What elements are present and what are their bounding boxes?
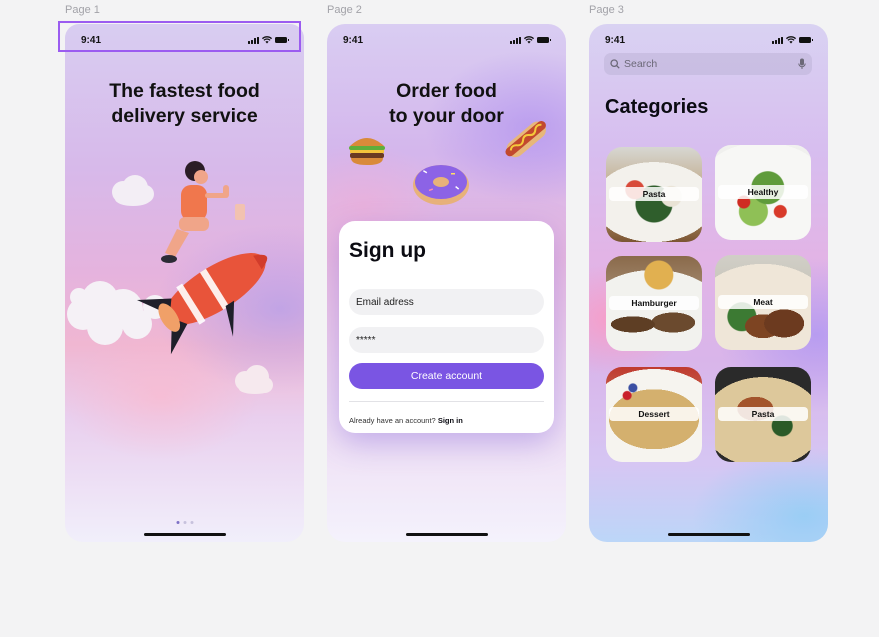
status-time: 9:41 <box>605 34 626 46</box>
category-tile-hamburger[interactable]: Hamburger <box>606 256 702 351</box>
category-tile-pasta[interactable]: Pasta <box>606 147 702 242</box>
home-indicator <box>667 533 750 536</box>
search-icon <box>610 59 620 69</box>
signup-screen[interactable]: 9:41 Order food to your door Sign up Ema… <box>327 24 566 542</box>
rocket-rider-illustration <box>67 161 273 394</box>
headline-line-1: The fastest food <box>109 80 260 102</box>
hotdog-icon <box>505 120 546 158</box>
category-label: Healthy <box>718 185 808 199</box>
categories-title: Categories <box>605 96 709 118</box>
smoke-trail <box>67 281 167 345</box>
wifi-icon <box>524 36 534 44</box>
rider <box>161 161 245 263</box>
category-tile-dessert[interactable]: Dessert <box>606 367 702 462</box>
pager-dot-active[interactable] <box>176 521 179 524</box>
category-label: Meat <box>718 295 808 309</box>
email-field[interactable] <box>349 289 544 315</box>
headline-line-1: Order food <box>396 80 497 102</box>
page-label-1: Page 1 <box>65 4 100 16</box>
home-indicator <box>143 533 226 536</box>
headline-line-2: delivery service <box>111 105 258 127</box>
pager-dot[interactable] <box>183 521 186 524</box>
wifi-icon <box>786 36 796 44</box>
battery-icon <box>537 37 551 43</box>
signin-prompt: Already have an account? Sign in <box>349 416 463 425</box>
status-bar: 9:41 <box>589 33 828 47</box>
burger-icon <box>349 138 385 165</box>
selection-outline[interactable] <box>58 21 301 52</box>
cellular-signal-icon <box>510 36 521 44</box>
onboarding-screen[interactable]: 9:41 The fastest food delivery service <box>65 24 304 542</box>
category-tile-pasta-2[interactable]: Pasta <box>715 367 811 462</box>
status-icons <box>772 36 813 44</box>
cloud-icon <box>112 175 154 206</box>
categories-screen[interactable]: 9:41 Categories Pasta Healthy Hamburger … <box>589 24 828 542</box>
divider <box>349 401 544 402</box>
signup-title: Sign up <box>349 239 426 262</box>
signin-link[interactable]: Sign in <box>438 416 463 425</box>
page-label-3: Page 3 <box>589 4 624 16</box>
cellular-signal-icon <box>772 36 783 44</box>
donut-icon <box>413 165 469 205</box>
home-indicator <box>405 533 488 536</box>
password-field[interactable] <box>349 327 544 353</box>
category-tile-meat[interactable]: Meat <box>715 255 811 350</box>
pager-dot[interactable] <box>190 521 193 524</box>
page-label-2: Page 2 <box>327 4 362 16</box>
status-bar: 9:41 <box>327 33 566 47</box>
category-tile-healthy[interactable]: Healthy <box>715 145 811 240</box>
signup-card: Sign up Create account Already have an a… <box>339 221 554 433</box>
small-cloud <box>235 365 273 394</box>
status-icons <box>510 36 551 44</box>
category-label: Pasta <box>609 187 699 201</box>
microphone-icon[interactable] <box>798 58 806 70</box>
rocket <box>136 253 268 355</box>
account-prompt-text: Already have an account? <box>349 416 436 425</box>
pager-dots[interactable] <box>176 521 193 524</box>
onboarding-headline: The fastest food delivery service <box>65 79 304 129</box>
battery-icon <box>799 37 813 43</box>
search-input[interactable] <box>624 58 798 70</box>
category-label: Dessert <box>609 407 699 421</box>
category-label: Hamburger <box>609 296 699 310</box>
create-account-button[interactable]: Create account <box>349 363 544 389</box>
search-bar[interactable] <box>604 53 812 75</box>
category-label: Pasta <box>718 407 808 421</box>
status-time: 9:41 <box>343 34 364 46</box>
